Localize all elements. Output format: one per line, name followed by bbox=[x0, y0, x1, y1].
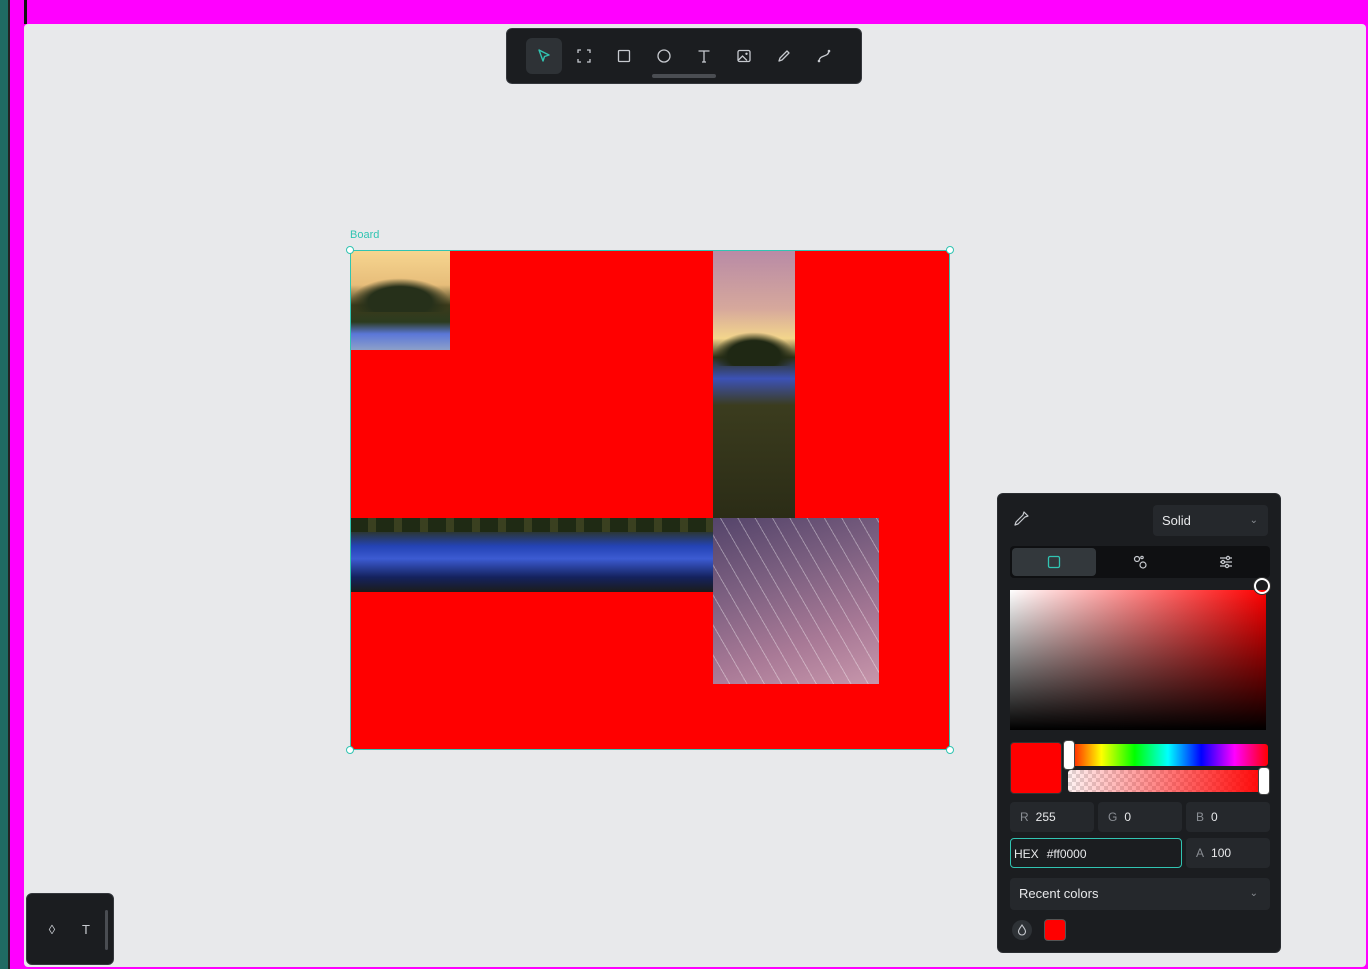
saturation-value-handle[interactable] bbox=[1254, 578, 1270, 594]
red-value: 255 bbox=[1035, 810, 1056, 824]
palette-icon bbox=[1133, 555, 1147, 569]
alpha-slider-handle[interactable] bbox=[1259, 768, 1269, 794]
chevron-down-icon: ⌄ bbox=[1249, 515, 1258, 526]
image-layer-trees[interactable] bbox=[350, 250, 450, 350]
eyedropper-icon[interactable] bbox=[1012, 510, 1030, 528]
ruler-divider bbox=[8, 0, 10, 969]
recent-colors-select[interactable]: Recent colors ⌄ bbox=[1010, 878, 1270, 910]
drop-icon bbox=[1017, 924, 1027, 936]
drop-icon[interactable]: ◊ bbox=[44, 922, 60, 938]
sliders-icon bbox=[1220, 555, 1232, 569]
move-tool-button[interactable] bbox=[526, 38, 562, 74]
frame-icon bbox=[577, 49, 591, 63]
left-ruler bbox=[0, 0, 24, 969]
main-toolbar bbox=[506, 28, 862, 84]
saturation-value-area[interactable] bbox=[1010, 590, 1266, 730]
hex-label: HEX bbox=[1014, 847, 1039, 861]
blue-label: B bbox=[1196, 810, 1205, 824]
ellipse-tool-button[interactable] bbox=[646, 38, 682, 74]
picker-mode-tabs bbox=[1010, 546, 1270, 578]
chevron-down-icon: ⌄ bbox=[1249, 888, 1258, 899]
text-icon bbox=[698, 50, 710, 63]
recent-colors-label: Recent colors bbox=[1019, 886, 1099, 901]
fill-type-label: Solid bbox=[1162, 513, 1191, 528]
blue-field[interactable]: B0 bbox=[1186, 802, 1270, 832]
bottom-left-panel: ◊ T bbox=[26, 893, 114, 965]
current-color-swatch bbox=[1010, 742, 1062, 794]
red-field[interactable]: R 255 bbox=[1010, 802, 1094, 832]
tab-sliders[interactable] bbox=[1184, 548, 1268, 576]
top-ruler bbox=[24, 0, 1368, 24]
resize-handle-bottom-right[interactable] bbox=[946, 746, 954, 754]
green-value: 0 bbox=[1124, 810, 1132, 824]
color-library-button[interactable] bbox=[1012, 920, 1032, 940]
pointer-icon bbox=[538, 49, 550, 62]
tab-palette[interactable] bbox=[1098, 548, 1182, 576]
toolbar-grip[interactable] bbox=[652, 74, 716, 78]
recent-color-swatch[interactable] bbox=[1044, 919, 1066, 941]
pencil-tool-button[interactable] bbox=[766, 38, 802, 74]
ruler-mark bbox=[24, 0, 27, 24]
pencil-icon bbox=[778, 50, 790, 62]
text-icon[interactable]: T bbox=[78, 922, 94, 938]
green-field[interactable]: G0 bbox=[1098, 802, 1182, 832]
fill-type-select[interactable]: Solid ⌄ bbox=[1153, 505, 1268, 536]
image-layer-path-horizontal[interactable] bbox=[350, 518, 713, 592]
panel-scrollbar[interactable] bbox=[105, 910, 108, 950]
image-layer-path-vertical[interactable] bbox=[713, 250, 795, 518]
canvas[interactable]: Board ◊ T Solid ⌄ R 255 G 0 B 0 HEX #ff0… bbox=[24, 24, 1366, 967]
path-tool-button[interactable] bbox=[806, 38, 842, 74]
alpha-label: A bbox=[1196, 846, 1205, 860]
tab-square-picker[interactable] bbox=[1012, 548, 1096, 576]
image-tool-button[interactable] bbox=[726, 38, 762, 74]
color-picker: Solid ⌄ R 255 G0 B0 HEX #ff0000 A 100 Re… bbox=[997, 493, 1281, 953]
resize-handle-top-right[interactable] bbox=[946, 246, 954, 254]
image-icon bbox=[737, 49, 751, 63]
ruler-strip bbox=[0, 0, 8, 969]
green-label: G bbox=[1108, 810, 1118, 824]
hue-slider-handle[interactable] bbox=[1064, 741, 1074, 769]
board[interactable] bbox=[350, 250, 950, 750]
alpha-value: 100 bbox=[1211, 846, 1232, 860]
board-label[interactable]: Board bbox=[350, 229, 379, 241]
red-label: R bbox=[1020, 810, 1029, 824]
hex-field[interactable]: HEX #ff0000 bbox=[1010, 838, 1182, 868]
hex-value: #ff0000 bbox=[1046, 847, 1087, 861]
rectangle-icon bbox=[617, 49, 631, 63]
ellipse-icon bbox=[657, 49, 671, 63]
path-icon bbox=[817, 49, 831, 63]
resize-handle-top-left[interactable] bbox=[346, 246, 354, 254]
image-layer-star-trails[interactable] bbox=[713, 518, 879, 684]
alpha-field[interactable]: A 100 bbox=[1186, 838, 1270, 868]
text-tool-button[interactable] bbox=[686, 38, 722, 74]
hue-slider[interactable] bbox=[1068, 744, 1268, 766]
board-tool-button[interactable] bbox=[566, 38, 602, 74]
alpha-slider[interactable] bbox=[1068, 770, 1268, 792]
rectangle-tool-button[interactable] bbox=[606, 38, 642, 74]
square-icon bbox=[1047, 555, 1061, 569]
resize-handle-bottom-left[interactable] bbox=[346, 746, 354, 754]
blue-value: 0 bbox=[1211, 810, 1218, 824]
